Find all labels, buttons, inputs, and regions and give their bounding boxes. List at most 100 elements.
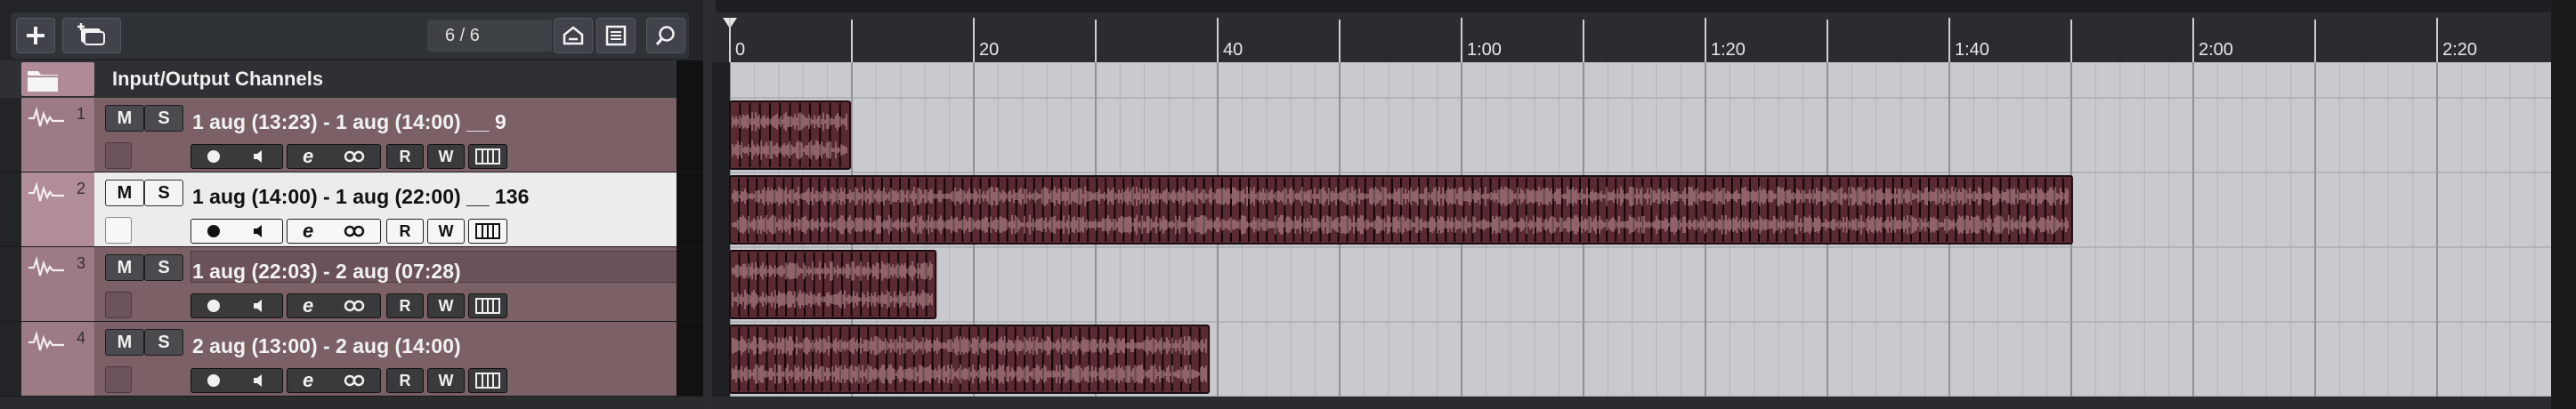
link-icon[interactable] xyxy=(344,225,365,237)
add-track-button[interactable] xyxy=(16,18,55,53)
track-name[interactable]: 1 aug (13:23) - 1 aug (14:00) __ 9 xyxy=(192,110,506,134)
monitor-speaker-icon[interactable] xyxy=(252,373,266,388)
track-color-strip[interactable]: 3 xyxy=(21,247,94,321)
add-track-from-preset-icon xyxy=(77,23,105,45)
link-icon[interactable] xyxy=(344,150,365,163)
lock-toggle[interactable] xyxy=(105,292,132,318)
link-icon[interactable] xyxy=(344,300,365,312)
audio-wave-icon xyxy=(28,180,64,202)
lanes-icon xyxy=(475,148,500,164)
ruler-label: 1:40 xyxy=(1955,40,1989,60)
record-enable-icon[interactable] xyxy=(207,300,220,312)
io-channels-folder-row[interactable]: Input/Output Channels xyxy=(0,60,703,98)
folder-track-strip xyxy=(21,62,94,96)
write-label: W xyxy=(438,371,454,389)
mute-button[interactable]: M xyxy=(105,180,144,206)
list-icon xyxy=(605,25,627,46)
folder-icon xyxy=(28,71,58,92)
event-display[interactable] xyxy=(712,62,2551,397)
edit-channel-group: e xyxy=(287,293,381,318)
record-monitor-group xyxy=(190,144,283,169)
lock-toggle[interactable] xyxy=(105,366,132,393)
ruler-graphics: 0 20 40 1:00 1:20 1:40 2:00 2:20 xyxy=(723,18,2477,62)
plus-icon xyxy=(27,27,45,44)
solo-button[interactable]: S xyxy=(144,180,183,206)
track-name[interactable]: 1 aug (22:03) - 2 aug (07:28) xyxy=(192,260,461,284)
write-automation-button[interactable]: W xyxy=(427,293,465,318)
record-monitor-group xyxy=(190,293,283,318)
edit-channel-group: e xyxy=(287,144,381,169)
edit-channel-button[interactable]: e xyxy=(303,294,313,317)
edit-channel-button[interactable]: e xyxy=(303,220,313,243)
edit-channel-button[interactable]: e xyxy=(303,369,313,392)
ruler-label: 2:00 xyxy=(2199,40,2233,60)
lock-toggle[interactable] xyxy=(105,217,132,244)
monitor-speaker-icon[interactable] xyxy=(252,224,266,238)
record-enable-icon[interactable] xyxy=(207,374,220,387)
track-header[interactable]: MS 2 aug (13:00) - 2 aug (14:00) e R W xyxy=(94,322,676,396)
track-level-meter xyxy=(676,322,703,396)
record-enable-icon[interactable] xyxy=(207,225,220,237)
read-label: R xyxy=(399,147,411,165)
monitor-speaker-icon[interactable] xyxy=(252,149,266,164)
solo-button[interactable]: S xyxy=(144,329,183,356)
ruler-label: 20 xyxy=(979,40,999,60)
write-automation-button[interactable]: W xyxy=(427,219,465,244)
timeline-ruler[interactable]: 0 20 40 1:00 1:20 1:40 2:00 2:20 xyxy=(712,12,2551,62)
link-icon[interactable] xyxy=(344,374,365,387)
track-list-panel: 6 / 6 Input/Output Channels 1 M S 1 aug … xyxy=(0,0,726,409)
track-number: 4 xyxy=(77,329,86,347)
track-header[interactable]: MS 1 aug (22:03) - 2 aug (07:28) e R W xyxy=(94,247,726,321)
lanes-button[interactable] xyxy=(468,368,507,393)
track-number: 2 xyxy=(77,180,86,197)
track-row[interactable]: 1 MS 1 aug (13:23) - 1 aug (14:00) __ 9 e R W xyxy=(0,98,703,172)
monitor-speaker-icon[interactable] xyxy=(252,299,266,313)
track-row[interactable]: 2 MS 1 aug (14:00) - 1 aug (22:00) __ 136 e… xyxy=(0,172,703,247)
write-label: W xyxy=(438,221,454,240)
read-automation-button[interactable]: R xyxy=(386,219,424,244)
track-number: 3 xyxy=(77,254,86,272)
audio-wave-icon xyxy=(28,330,64,351)
add-track-preset-button[interactable] xyxy=(62,18,121,53)
mute-button[interactable]: M xyxy=(105,254,144,281)
track-level-meter xyxy=(676,98,703,172)
audio-wave-icon xyxy=(28,255,64,277)
record-monitor-group xyxy=(190,368,283,393)
track-counter[interactable]: 6 / 6 xyxy=(427,20,552,52)
track-header[interactable]: MS 1 aug (13:23) - 1 aug (14:00) __ 9 e R W xyxy=(94,98,676,172)
lanes-button[interactable] xyxy=(468,144,507,169)
horizontal-scrollbar[interactable] xyxy=(712,397,2551,409)
track-visibility-button[interactable] xyxy=(554,18,593,53)
track-name[interactable]: 1 aug (14:00) - 1 aug (22:00) __ 136 xyxy=(192,185,529,209)
write-automation-button[interactable]: W xyxy=(427,368,465,393)
track-list-button[interactable] xyxy=(596,18,636,53)
lock-toggle[interactable] xyxy=(105,142,132,169)
lanes-icon xyxy=(475,223,500,239)
record-monitor-group xyxy=(190,219,283,244)
track-level-meter xyxy=(676,247,703,321)
track-header[interactable]: MS 1 aug (14:00) - 1 aug (22:00) __ 136 e R… xyxy=(94,172,676,246)
mute-button[interactable]: M xyxy=(105,105,144,132)
solo-button[interactable]: S xyxy=(144,254,183,281)
track-row[interactable]: 4 MS 2 aug (13:00) - 2 aug (14:00) e R W xyxy=(0,322,703,397)
write-automation-button[interactable]: W xyxy=(427,144,465,169)
track-name[interactable]: 2 aug (13:00) - 2 aug (14:00) xyxy=(192,334,461,358)
write-label: W xyxy=(438,147,454,165)
track-color-strip[interactable]: 4 xyxy=(21,322,94,396)
lanes-button[interactable] xyxy=(468,293,507,318)
event-display-graphics xyxy=(712,62,2551,397)
edit-channel-button[interactable]: e xyxy=(303,145,313,168)
lanes-button[interactable] xyxy=(468,219,507,244)
track-row[interactable]: 3 MS 1 aug (22:03) - 2 aug (07:28) e R W xyxy=(0,247,726,322)
read-automation-button[interactable]: R xyxy=(386,144,424,169)
read-automation-button[interactable]: R xyxy=(386,293,424,318)
read-automation-button[interactable]: R xyxy=(386,368,424,393)
track-color-strip[interactable]: 1 xyxy=(21,98,94,172)
mute-button[interactable]: M xyxy=(105,329,144,356)
track-color-strip[interactable]: 2 xyxy=(21,172,94,246)
solo-button[interactable]: S xyxy=(144,105,183,132)
record-enable-icon[interactable] xyxy=(207,150,220,163)
lanes-icon xyxy=(475,298,500,314)
read-label: R xyxy=(399,371,411,389)
search-button[interactable] xyxy=(646,18,685,53)
